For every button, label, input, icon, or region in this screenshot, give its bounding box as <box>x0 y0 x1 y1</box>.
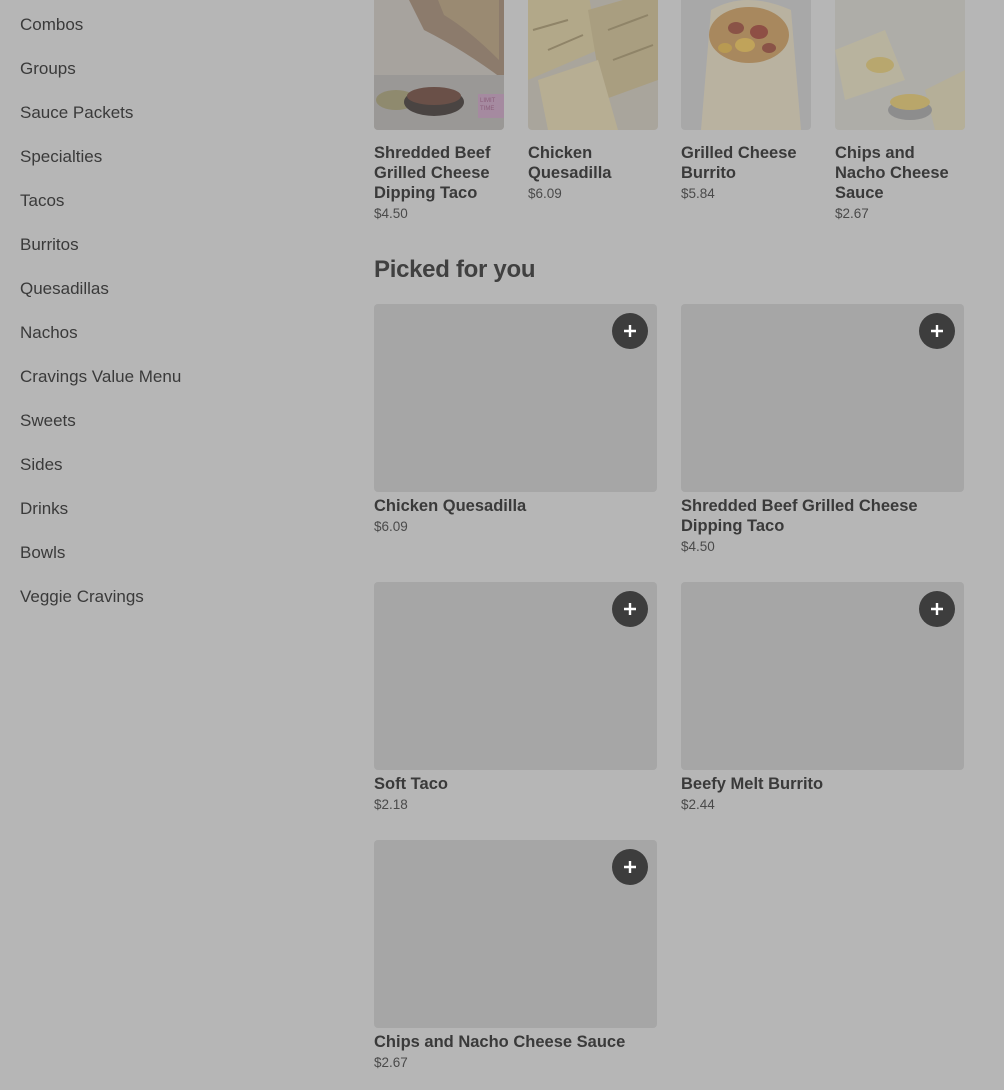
picked-item-title: Beefy Melt Burrito <box>681 775 824 793</box>
sidebar-item-tacos[interactable]: Tacos <box>20 191 64 211</box>
picked-item-title: Shredded Beef Grilled Cheese Dipping Tac… <box>681 497 918 535</box>
picked-item-card[interactable]: Shredded Beef Grilled Cheese Dipping Tac… <box>681 304 964 554</box>
product-image-placeholder[interactable] <box>374 304 657 492</box>
sidebar-item-veggie-cravings[interactable]: Veggie Cravings <box>20 587 144 607</box>
limited-badge-line2: TIME <box>480 106 494 112</box>
carousel-item-price: $5.84 <box>681 186 715 201</box>
carousel-item-title: Chicken Quesadilla <box>528 144 612 182</box>
plus-icon <box>624 603 636 615</box>
plus-icon <box>624 861 636 873</box>
plus-icon <box>931 603 943 615</box>
add-to-cart-button[interactable] <box>612 849 648 885</box>
carousel-item-price: $2.67 <box>835 206 869 221</box>
limited-badge-line1: LIMIT <box>480 98 496 104</box>
picked-item-price: $2.44 <box>681 797 715 812</box>
sidebar-item-cravings-value-menu[interactable]: Cravings Value Menu <box>20 367 181 387</box>
sidebar-item-burritos[interactable]: Burritos <box>20 235 79 255</box>
picked-item-price: $6.09 <box>374 519 408 534</box>
carousel-item-title: Grilled Cheese Burrito <box>681 144 797 182</box>
picked-item-price: $4.50 <box>681 539 715 554</box>
plus-icon <box>624 325 636 337</box>
picked-item-title: Soft Taco <box>374 775 448 793</box>
carousel-item-price: $4.50 <box>374 206 408 221</box>
sidebar-item-quesadillas[interactable]: Quesadillas <box>20 279 109 299</box>
product-image-placeholder[interactable] <box>374 840 657 1028</box>
product-photo <box>681 0 811 130</box>
picked-item-card[interactable]: Soft Taco $2.18 <box>374 582 657 812</box>
picked-item-card[interactable]: Beefy Melt Burrito $2.44 <box>681 582 964 812</box>
section-title-picked-for-you: Picked for you <box>374 256 536 283</box>
featured-carousel: LIMIT TIME Shredded Beef Grilled Cheese … <box>374 0 1004 221</box>
picked-item-price: $2.67 <box>374 1055 408 1070</box>
picked-item-card[interactable]: Chicken Quesadilla $6.09 <box>374 304 657 534</box>
sidebar-item-drinks[interactable]: Drinks <box>20 499 68 519</box>
product-image[interactable]: LIMIT TIME <box>374 0 504 130</box>
product-photo <box>528 0 658 130</box>
picked-item-title: Chicken Quesadilla <box>374 497 527 515</box>
sidebar-item-sweets[interactable]: Sweets <box>20 411 76 431</box>
sidebar-item-combos[interactable]: Combos <box>20 15 83 35</box>
sidebar-item-nachos[interactable]: Nachos <box>20 323 78 343</box>
product-image[interactable] <box>835 0 965 130</box>
carousel-card[interactable]: Grilled Cheese Burrito $5.84 <box>681 0 811 201</box>
plus-icon <box>931 325 943 337</box>
product-image-placeholder[interactable] <box>681 304 964 492</box>
carousel-item-title: Chips and Nacho Cheese Sauce <box>835 144 949 202</box>
add-to-cart-button[interactable] <box>919 591 955 627</box>
carousel-item-title: Shredded Beef Grilled Cheese Dipping Tac… <box>374 144 491 202</box>
sidebar-item-bowls[interactable]: Bowls <box>20 543 65 563</box>
add-to-cart-button[interactable] <box>612 313 648 349</box>
menu-main: LIMIT TIME Shredded Beef Grilled Cheese … <box>374 0 1004 1090</box>
carousel-card[interactable]: Chips and Nacho Cheese Sauce $2.67 <box>835 0 965 221</box>
sidebar-item-groups[interactable]: Groups <box>20 59 76 79</box>
product-image[interactable] <box>681 0 811 130</box>
product-photo <box>835 0 965 130</box>
carousel-card[interactable]: Chicken Quesadilla $6.09 <box>528 0 658 201</box>
product-image-placeholder[interactable] <box>374 582 657 770</box>
carousel-item-price: $6.09 <box>528 186 562 201</box>
carousel-card[interactable]: LIMIT TIME Shredded Beef Grilled Cheese … <box>374 0 504 221</box>
add-to-cart-button[interactable] <box>919 313 955 349</box>
sidebar-item-sides[interactable]: Sides <box>20 455 63 475</box>
picked-item-card[interactable]: Chips and Nacho Cheese Sauce $2.67 <box>374 840 657 1070</box>
product-photo: LIMIT TIME <box>374 0 504 130</box>
picked-item-title: Chips and Nacho Cheese Sauce <box>374 1033 626 1051</box>
add-to-cart-button[interactable] <box>612 591 648 627</box>
product-image-placeholder[interactable] <box>681 582 964 770</box>
product-image[interactable] <box>528 0 658 130</box>
picked-item-price: $2.18 <box>374 797 408 812</box>
sidebar-item-specialties[interactable]: Specialties <box>20 147 102 167</box>
sidebar-item-sauce-packets[interactable]: Sauce Packets <box>20 103 133 123</box>
